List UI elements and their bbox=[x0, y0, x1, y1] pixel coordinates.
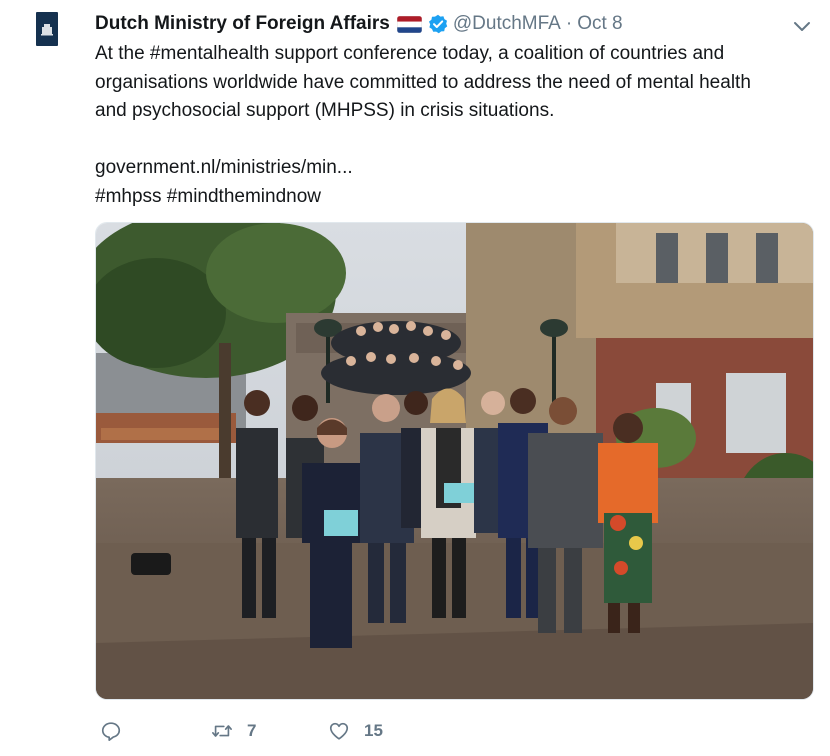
tweet-link[interactable]: government.nl/ministries/min... bbox=[95, 154, 815, 183]
netherlands-flag-icon bbox=[396, 15, 422, 33]
tweet-hashtags[interactable]: #mhpss #mindthemindnow bbox=[95, 183, 815, 212]
tweet-text-line: At the #mentalhealth support conference … bbox=[95, 43, 725, 64]
group-photo-image bbox=[96, 223, 813, 699]
retweet-count: 7 bbox=[247, 721, 257, 740]
heart-icon bbox=[329, 722, 349, 740]
reply-button[interactable] bbox=[100, 720, 136, 742]
tweet-actions: 7 15 bbox=[95, 720, 515, 748]
retweet-button[interactable]: 7 bbox=[211, 720, 256, 742]
chevron-down-icon[interactable] bbox=[792, 16, 812, 36]
tweet-body: At the #mentalhealth support conference … bbox=[95, 40, 815, 211]
tweet-text-line: and psychosocial support (MHPSS) in cris… bbox=[95, 100, 555, 121]
reply-icon bbox=[101, 722, 121, 741]
like-button[interactable]: 15 bbox=[328, 720, 383, 742]
tweet-date[interactable]: Oct 8 bbox=[577, 13, 622, 35]
author-handle[interactable]: @DutchMFA bbox=[453, 13, 561, 35]
avatar[interactable] bbox=[36, 12, 58, 46]
tweet-text-line: organisations worldwide have committed t… bbox=[95, 71, 751, 93]
verified-badge-icon bbox=[428, 14, 448, 34]
author-name[interactable]: Dutch Ministry of Foreign Affairs bbox=[95, 13, 390, 35]
header-separator: · bbox=[565, 13, 573, 34]
tweet-photo[interactable] bbox=[95, 222, 814, 700]
like-count: 15 bbox=[364, 721, 383, 740]
tweet-header: Dutch Ministry of Foreign Affairs @Dutch… bbox=[95, 11, 623, 37]
retweet-icon bbox=[212, 725, 232, 737]
crest-icon bbox=[41, 24, 53, 36]
